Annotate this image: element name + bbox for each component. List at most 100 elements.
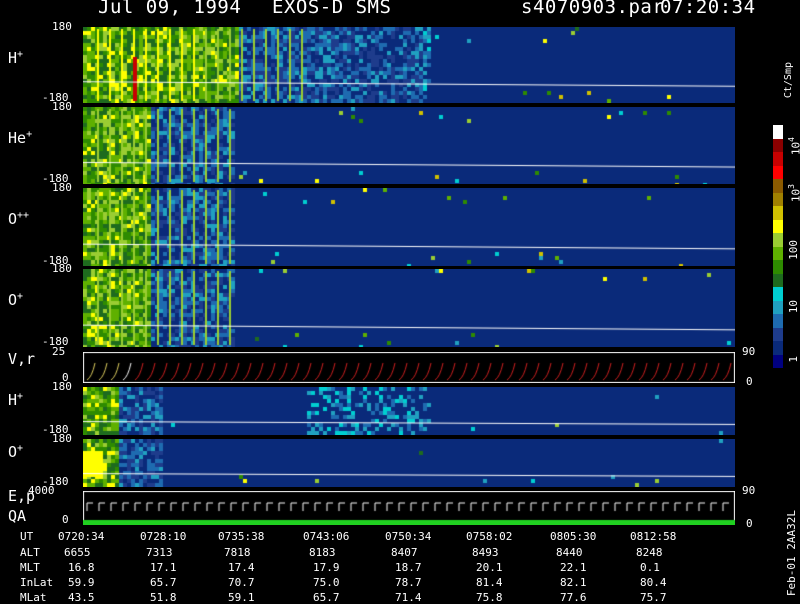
ephemeris-cell: 0720:34 [58, 530, 105, 543]
ephemeris-cell: 71.4 [395, 591, 422, 604]
ephemeris-cell: 0758:02 [466, 530, 513, 543]
ephemeris-cell: 65.7 [150, 576, 177, 589]
colorbar-swatch [773, 206, 783, 220]
ephemeris-cell: 0750:34 [385, 530, 432, 543]
spectrogram-panel-6 [83, 439, 735, 487]
ephemeris-cell: 78.7 [395, 576, 422, 589]
panel-label-5: H+ [8, 391, 24, 409]
ephemeris-cell: 59.1 [228, 591, 255, 604]
colorbar-swatch [773, 165, 783, 179]
ephemeris-row-label: InLat [20, 576, 54, 589]
ephemeris-cell: 75.7 [640, 591, 667, 604]
ephemeris-cell: 0.1 [640, 561, 660, 574]
spectrogram-panel-0 [83, 27, 735, 103]
panel-0-ymax: 180 [52, 20, 72, 33]
ephemeris-cell: 0743:06 [303, 530, 350, 543]
colorbar-tick-1e3: 103 [787, 184, 800, 203]
panel-6-ymax: 180 [52, 432, 72, 445]
colorbar-swatch [773, 273, 783, 287]
panel-7-ymin: 0 [62, 513, 69, 526]
ephemeris-cell: 16.8 [68, 561, 95, 574]
spectrogram-panel-1 [83, 107, 735, 184]
ephemeris-cell: 81.4 [476, 576, 503, 589]
ephemeris-cell: 0735:38 [218, 530, 265, 543]
ephemeris-cell: 75.0 [313, 576, 340, 589]
panel-5-ymax: 180 [52, 380, 72, 393]
colorbar-swatch [773, 179, 783, 193]
panel-4-ymax: 25 [52, 345, 66, 358]
ephemeris-cell: 0805:30 [550, 530, 597, 543]
ephemeris-row-label: UT [20, 530, 34, 543]
panel-label-6: O+ [8, 443, 24, 461]
panel-label-qa: QA [8, 507, 27, 525]
spectrogram-panel-4 [83, 352, 735, 383]
colorbar-tick-1e4: 104 [787, 137, 800, 156]
colorbar-swatch [773, 246, 783, 260]
panel-4-right-top: 90 [742, 345, 756, 358]
colorbar-swatch [773, 327, 783, 341]
panel-7-right-top: 90 [742, 484, 756, 497]
colorbar-swatch [773, 260, 783, 274]
ephemeris-cell: 8407 [391, 546, 418, 559]
colorbar-swatch [773, 138, 783, 152]
ephemeris-cell: 6655 [64, 546, 91, 559]
colorbar-swatch [773, 354, 783, 368]
ephemeris-cell: 7313 [146, 546, 173, 559]
panel-label-1: He+ [8, 129, 33, 147]
ephemeris-cell: 65.7 [313, 591, 340, 604]
colorbar-swatch [773, 192, 783, 206]
panel-label-3: O+ [8, 291, 24, 309]
colorbar-swatch [773, 341, 783, 355]
colorbar-swatch [773, 233, 783, 247]
ephemeris-cell: 51.8 [150, 591, 177, 604]
colorbar-swatch [773, 300, 783, 314]
spectrogram-panel-7 [83, 491, 735, 525]
spectrogram-panel-2 [83, 188, 735, 266]
ephemeris-cell: 8183 [309, 546, 336, 559]
ephemeris-cell: 22.1 [560, 561, 587, 574]
colorbar-swatch [773, 219, 783, 233]
colorbar-tick-10: 10 [787, 300, 800, 314]
ephemeris-cell: 59.9 [68, 576, 95, 589]
colorbar-swatch [773, 125, 783, 139]
colorbar-swatch [773, 314, 783, 328]
spectrogram-panel-3 [83, 269, 735, 347]
ephemeris-cell: 17.9 [313, 561, 340, 574]
colorbar-swatch [773, 152, 783, 166]
ephemeris-cell: 75.8 [476, 591, 503, 604]
colorbar [773, 125, 783, 368]
ephemeris-cell: 7818 [224, 546, 251, 559]
file-name: s4070903.par [521, 0, 665, 18]
colorbar-unit: Ct/Smp [783, 62, 794, 99]
ephemeris-cell: 0812:58 [630, 530, 677, 543]
spectrogram-panel-5 [83, 387, 735, 435]
ephemeris-cell: 17.1 [150, 561, 177, 574]
ephemeris-cell: 0728:10 [140, 530, 187, 543]
ephemeris-cell: 17.4 [228, 561, 255, 574]
panel-7-right-bottom: 0 [746, 517, 753, 530]
ephemeris-cell: 80.4 [640, 576, 667, 589]
panel-7-ymax: 4000 [28, 484, 55, 497]
colorbar-tick-1: 1 [787, 356, 800, 363]
ephemeris-cell: 70.7 [228, 576, 255, 589]
instrument-name: EXOS-D SMS [272, 0, 392, 18]
panel-label-0: H+ [8, 49, 24, 67]
panel-3-ymax: 180 [52, 262, 72, 275]
footer-code: Feb-01 2AA32L [785, 510, 798, 597]
ephemeris-cell: 20.1 [476, 561, 503, 574]
plot-time: 07:20:34 [660, 0, 756, 18]
panel-1-ymax: 180 [52, 100, 72, 113]
panel-4-right-bottom: 0 [746, 375, 753, 388]
ephemeris-cell: 8493 [472, 546, 499, 559]
ephemeris-row-label: MLT [20, 561, 40, 574]
ephemeris-cell: 18.7 [395, 561, 422, 574]
colorbar-tick-100: 100 [787, 240, 800, 260]
plot-date: Jul 09, 1994 [98, 0, 242, 18]
ephemeris-cell: 8248 [636, 546, 663, 559]
ephemeris-cell: 8440 [556, 546, 583, 559]
panel-label-2: O++ [8, 210, 30, 228]
ephemeris-cell: 43.5 [68, 591, 95, 604]
ephemeris-row-label: MLat [20, 591, 47, 604]
ephemeris-row-label: ALT [20, 546, 40, 559]
panel-label-4: V,r [8, 350, 36, 368]
